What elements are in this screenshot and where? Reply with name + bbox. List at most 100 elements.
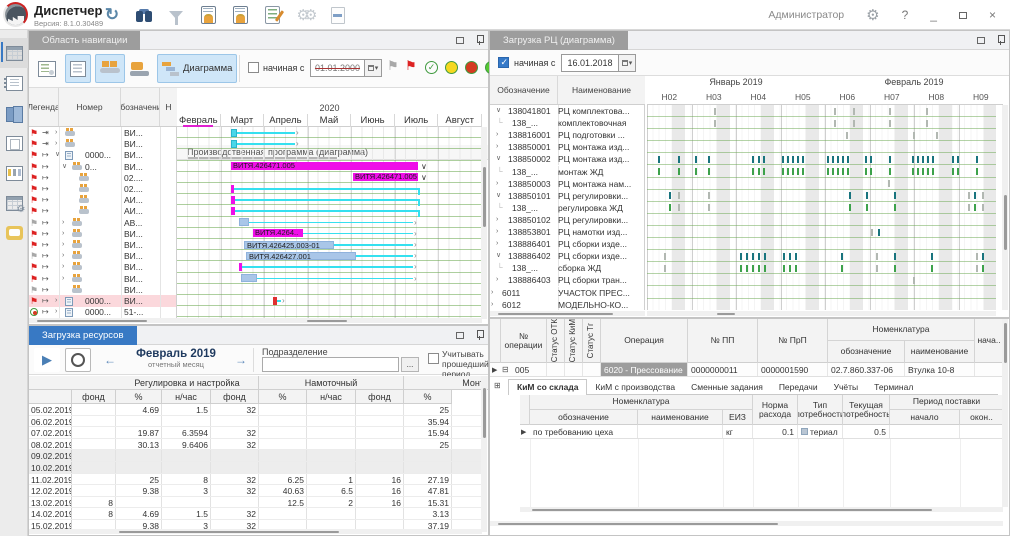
- col-designation[interactable]: Обозначение: [490, 76, 558, 104]
- resource-row[interactable]: 07.02.201919.876.35943215.94: [29, 427, 482, 439]
- expander-icon[interactable]: ∨: [496, 153, 501, 165]
- filter-button[interactable]: [164, 4, 188, 26]
- timeline-row[interactable]: [647, 274, 996, 286]
- rc-tree-row[interactable]: └138_...комплектовочная: [490, 117, 645, 129]
- expander-icon[interactable]: ›: [496, 129, 498, 141]
- report-view-button[interactable]: [33, 54, 61, 83]
- timeline-row[interactable]: [647, 214, 996, 226]
- timeline-row[interactable]: [647, 262, 996, 274]
- tree-row[interactable]: ⚑↦02....: [29, 183, 177, 195]
- checklist-button[interactable]: [260, 4, 284, 26]
- red-flag-button[interactable]: ⚑: [405, 58, 417, 74]
- rc-start-date-field[interactable]: 16.01.2018: [561, 54, 619, 72]
- resource-row[interactable]: 12.02.20199.3833240.636.51647.81: [29, 485, 482, 497]
- gantt-row[interactable]: [177, 183, 482, 194]
- gantt-bar[interactable]: [231, 196, 235, 204]
- expander-icon[interactable]: ∨: [496, 105, 501, 117]
- expander-icon[interactable]: ›: [496, 214, 498, 226]
- status-red-button[interactable]: [465, 61, 478, 74]
- expander-icon[interactable]: ∨: [55, 149, 60, 161]
- timeline-week-label[interactable]: Н08: [914, 90, 959, 104]
- col-start[interactable]: нача..: [975, 319, 1003, 363]
- rc-tree-hscrollbar[interactable]: [490, 311, 645, 316]
- timeline-row[interactable]: [647, 166, 996, 178]
- nested-row[interactable]: ▶ по требованию цеха кг 0.1 териал 0.5: [520, 425, 1003, 439]
- col-status-kim[interactable]: Статус КиМ: [565, 319, 583, 363]
- gray-flag-button[interactable]: ⚑: [387, 58, 399, 74]
- resource-row[interactable]: 10.02.2019: [29, 462, 482, 474]
- gantt-row[interactable]: ›ВИТЯ.426427.001: [177, 250, 482, 261]
- col-begin[interactable]: начало: [890, 410, 960, 425]
- gantt-month-label[interactable]: Март: [221, 114, 265, 127]
- close-button[interactable]: ×: [989, 8, 996, 22]
- subcol-header[interactable]: %: [116, 390, 162, 404]
- expander-icon[interactable]: ∨: [62, 161, 67, 173]
- search-button[interactable]: [132, 4, 156, 26]
- resources-vscrollbar[interactable]: [481, 376, 487, 532]
- col-designation[interactable]: обозначение: [828, 341, 905, 363]
- expander-icon[interactable]: ›: [62, 273, 64, 285]
- minimize-button[interactable]: _: [930, 8, 937, 22]
- gantt-row[interactable]: [177, 194, 482, 205]
- department-browse-button[interactable]: ...: [401, 357, 419, 372]
- gantt-row[interactable]: ВИТЯ.426471.005∨: [177, 161, 482, 172]
- expander-icon[interactable]: ›: [55, 127, 57, 139]
- gantt-bar[interactable]: [231, 207, 235, 215]
- start-date-checkbox[interactable]: [248, 62, 259, 73]
- export-doc-button[interactable]: [326, 4, 350, 26]
- sidebar-item-document[interactable]: [0, 128, 28, 158]
- help-button[interactable]: ?: [902, 8, 909, 22]
- gantt-month-label[interactable]: Май: [308, 114, 352, 127]
- subcol-header[interactable]: фонд: [356, 390, 404, 404]
- panel-maximize-icon[interactable]: [456, 37, 464, 44]
- panel-pin-icon[interactable]: [997, 35, 1004, 45]
- timeline-row[interactable]: [647, 287, 996, 299]
- tree-row[interactable]: ⚑↦ВИ...: [29, 284, 177, 296]
- gantt-row[interactable]: ›ВИТЯ.4264..: [177, 228, 482, 239]
- tab-rc-diagram[interactable]: Загрузка РЦ (диаграмма): [490, 31, 628, 50]
- timeline-week-label[interactable]: Н03: [692, 90, 737, 104]
- gantt-month-label[interactable]: Август: [438, 114, 482, 127]
- expander-icon[interactable]: ›: [55, 295, 57, 307]
- gantt-month-label[interactable]: Февраль: [177, 114, 221, 127]
- resource-row[interactable]: 13.02.2019812.521615.31: [29, 497, 482, 509]
- detail-tab-1[interactable]: КиМ со склада: [508, 379, 587, 395]
- timeline-row[interactable]: [647, 129, 996, 141]
- col-status-tg[interactable]: Статус Тг: [583, 319, 601, 363]
- worker-tasks-button[interactable]: [196, 4, 220, 26]
- detail-tab-2[interactable]: КиМ с производства: [587, 380, 683, 396]
- subcol-header[interactable]: фонд: [211, 390, 259, 404]
- gantt-vscrollbar[interactable]: [481, 127, 487, 319]
- timeline-row[interactable]: [647, 202, 996, 214]
- rc-tree-row[interactable]: ∨138850101РЦ регулировки...: [490, 190, 645, 202]
- tree-row[interactable]: ⚑↦›ВИ...: [29, 228, 177, 240]
- settings-gears-button[interactable]: ⚙⚙: [292, 4, 316, 26]
- rc-tree-row[interactable]: ∨138886402РЦ сборки изде...: [490, 250, 645, 262]
- play-button[interactable]: ▶: [34, 348, 60, 372]
- timeline-vscrollbar[interactable]: [1002, 105, 1008, 310]
- sidebar-item-grid[interactable]: [0, 38, 28, 68]
- gantt-bar[interactable]: [241, 274, 257, 282]
- detail-tab-3[interactable]: Сменные задания: [683, 380, 771, 396]
- collapse-icon[interactable]: ⊟: [502, 365, 509, 374]
- gantt-row[interactable]: ВИТЯ.426471.005∨: [177, 172, 482, 183]
- gantt-bar[interactable]: [239, 263, 242, 271]
- col-status-otk[interactable]: Статус ОТК: [547, 319, 565, 363]
- col-prp[interactable]: № ПрП: [758, 319, 828, 363]
- col-legend[interactable]: Легенда: [29, 88, 59, 126]
- rc-tree-row[interactable]: ›6011УЧАСТОК ПРЕС...: [490, 287, 645, 299]
- timeline-week-label[interactable]: Н07: [870, 90, 915, 104]
- gantt-bar[interactable]: ВИТЯ.426427.001: [246, 252, 356, 260]
- timeline-row[interactable]: [647, 117, 996, 129]
- rc-tree-row[interactable]: ›138850102РЦ регулировки...: [490, 214, 645, 226]
- col-operation[interactable]: Операция: [601, 319, 688, 363]
- col-designation[interactable]: Обозначение: [121, 88, 160, 126]
- machine-view-button[interactable]: [125, 54, 155, 83]
- gantt-bar[interactable]: ВИТЯ.426471.005: [353, 173, 418, 181]
- timeline-week-label[interactable]: Н05: [781, 90, 826, 104]
- expander-icon[interactable]: ›: [496, 238, 498, 250]
- start-date-field[interactable]: 01.01.2000: [310, 59, 365, 77]
- prev-month-arrow[interactable]: ←: [104, 353, 116, 367]
- rc-tree-row[interactable]: └138_...монтаж ЖД: [490, 166, 645, 178]
- panel-maximize-icon[interactable]: [977, 37, 985, 44]
